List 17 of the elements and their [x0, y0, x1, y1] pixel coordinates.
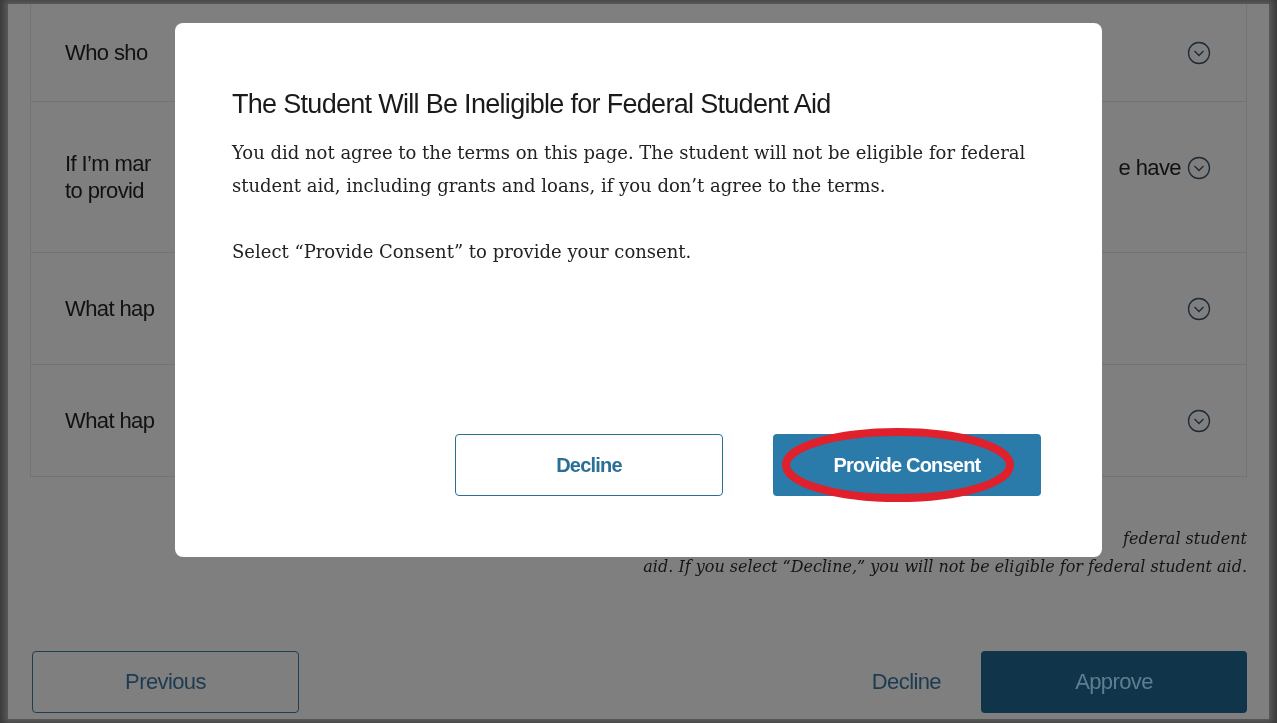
approve-button[interactable]: Approve: [981, 651, 1247, 713]
faq-question[interactable]: e have: [1118, 154, 1181, 182]
dialog-text: You did not agree to the terms on this page. The student will not be eligible for federal student aid, including grants and loans, if you don’t agree to the terms.: [232, 141, 1027, 198]
previous-button[interactable]: Previous: [32, 651, 299, 713]
chevron-circle-icon[interactable]: [1187, 40, 1211, 65]
decline-button[interactable]: Decline: [851, 661, 961, 703]
consent-note: federal student aid. If you select “Decline,” you will not be eligible for federal student aid.: [643, 528, 1247, 578]
faq-question[interactable]: If I’m mar to provid: [65, 149, 151, 205]
chevron-circle-icon[interactable]: [1187, 408, 1211, 433]
chevron-circle-icon[interactable]: [1187, 155, 1211, 180]
dialog-title: The Student Will Be Ineligible for Federal Student Aid: [232, 89, 832, 120]
faq-question[interactable]: What hap: [65, 294, 155, 323]
faq-question[interactable]: What hap: [65, 406, 155, 435]
chevron-circle-icon[interactable]: [1187, 296, 1211, 321]
faq-question[interactable]: Who sho: [65, 38, 148, 67]
dialog-text: Select “Provide Consent” to provide your consent.: [232, 240, 693, 264]
decline-button[interactable]: Decline: [455, 434, 723, 496]
